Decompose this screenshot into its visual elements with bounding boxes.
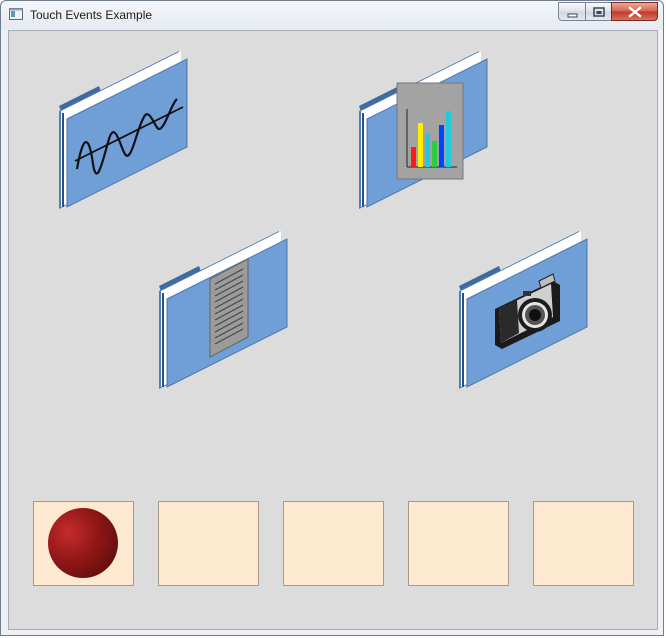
app-icon xyxy=(9,8,23,20)
title-bar[interactable]: Touch Events Example xyxy=(1,1,663,29)
app-window: Touch Events Example xyxy=(0,0,664,636)
folder-camera[interactable] xyxy=(455,229,605,399)
minimize-icon xyxy=(567,13,578,18)
waveform-icon xyxy=(74,98,184,175)
drop-slot-3[interactable] xyxy=(283,501,384,586)
window-title: Touch Events Example xyxy=(30,8,153,22)
folder-document[interactable] xyxy=(155,229,305,399)
bar-chart-icon xyxy=(396,82,464,180)
folder-waveform[interactable] xyxy=(55,49,205,219)
maximize-button[interactable] xyxy=(585,2,612,21)
drop-slot-1[interactable] xyxy=(33,501,134,586)
document-icon xyxy=(209,258,249,358)
maximize-icon xyxy=(593,7,605,17)
close-button[interactable] xyxy=(611,2,658,21)
minimize-button[interactable] xyxy=(558,2,586,21)
close-icon xyxy=(628,6,642,18)
drop-slot-2[interactable] xyxy=(158,501,259,586)
drop-slot-5[interactable] xyxy=(533,501,634,586)
drop-slot-4[interactable] xyxy=(408,501,509,586)
client-area xyxy=(8,30,658,630)
red-ball[interactable] xyxy=(48,508,118,578)
camera-icon xyxy=(495,273,560,349)
folder-chart[interactable] xyxy=(355,49,505,219)
